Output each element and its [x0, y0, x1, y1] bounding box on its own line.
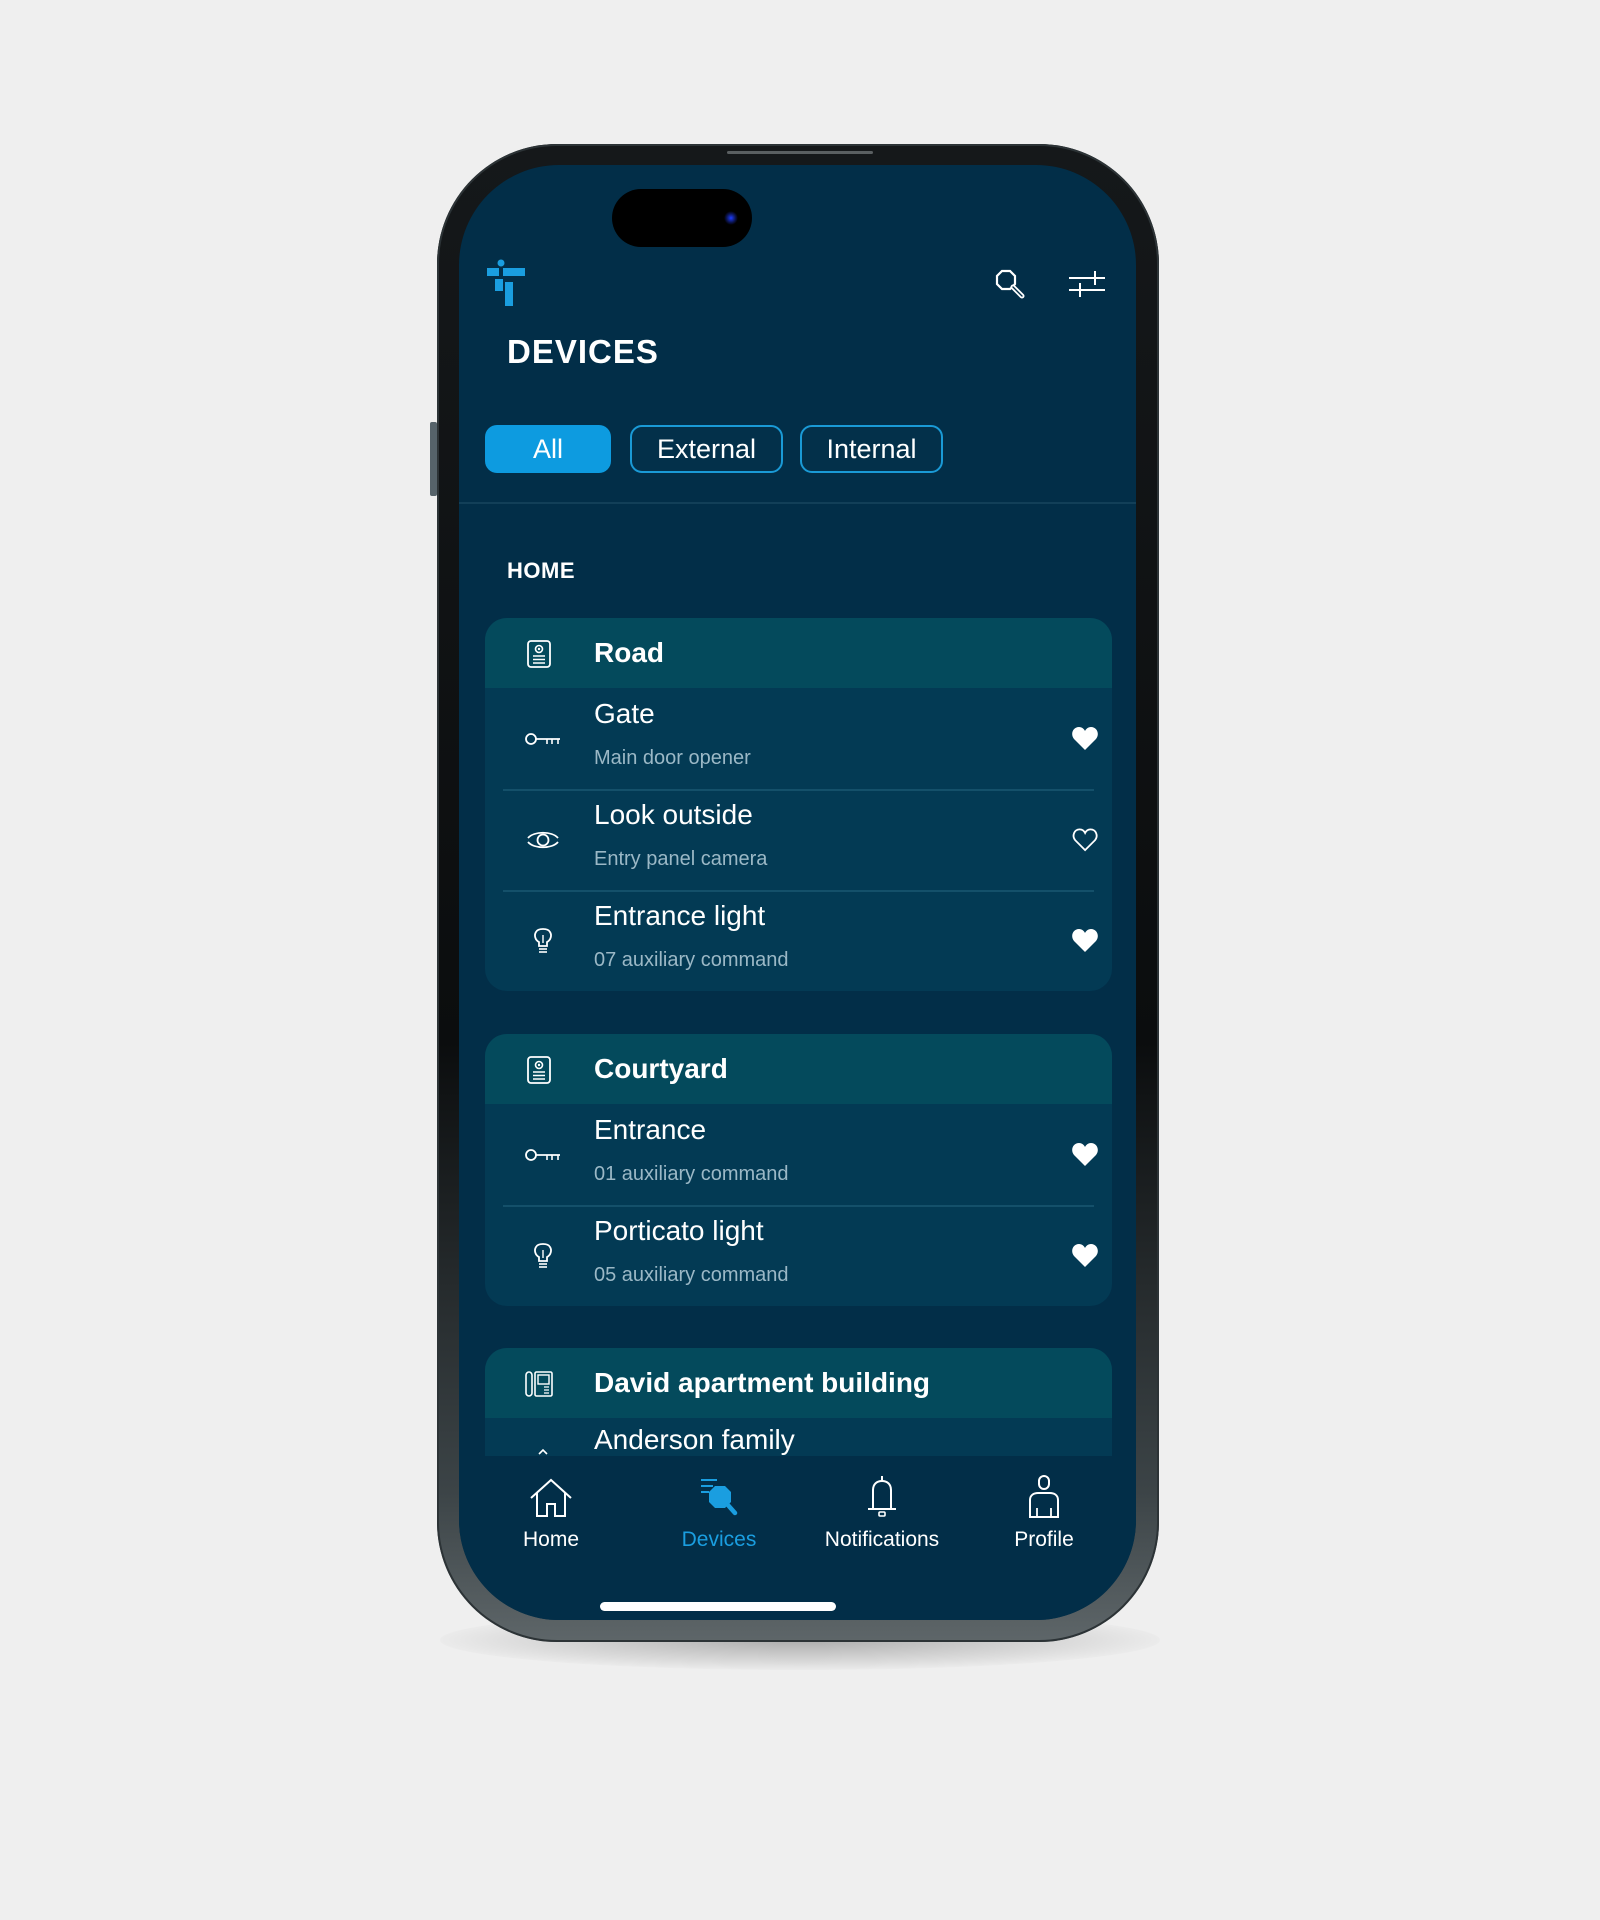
eye-icon: [527, 831, 559, 849]
page-title: DEVICES: [507, 333, 659, 370]
home-icon: [530, 1478, 572, 1517]
device-subtitle: Main door opener: [594, 747, 751, 769]
lightbulb-icon: [534, 1243, 552, 1268]
entry-panel-icon: [527, 1056, 551, 1084]
group-header[interactable]: Road: [485, 618, 1112, 688]
device-title: Look outside: [594, 799, 753, 830]
group-title: Courtyard: [594, 1053, 728, 1084]
home-indicator[interactable]: [600, 1602, 836, 1611]
group-title: David apartment building: [594, 1367, 931, 1398]
nav-label: Devices: [681, 1528, 757, 1551]
device-subtitle: 01 auxiliary command: [594, 1163, 789, 1185]
device-subtitle: 07 auxiliary command: [594, 949, 789, 971]
device-row[interactable]: Anderson family: [485, 1418, 1112, 1456]
filter-sliders-icon[interactable]: [1067, 265, 1107, 305]
chevron-icon: [538, 1448, 548, 1455]
device-row[interactable]: Porticato light 05 auxiliary command: [485, 1205, 1112, 1306]
nav-item-home[interactable]: Home: [481, 1474, 621, 1552]
device-group-courtyard: Courtyard Entrance 01 auxiliary command: [485, 1034, 1112, 1306]
filter-chip-all[interactable]: All: [485, 425, 611, 473]
filter-chip-internal[interactable]: Internal: [800, 425, 943, 473]
device-group-david-apartment-building: David apartment building Anderson family: [485, 1348, 1112, 1456]
nav-label: Notifications: [824, 1528, 940, 1551]
device-subtitle: Entry panel camera: [594, 848, 768, 870]
camera-icon: [724, 211, 738, 225]
nav-label: Home: [522, 1528, 580, 1551]
filter-chip-label: External: [656, 433, 757, 464]
devices-search-icon: [701, 1479, 738, 1516]
device-title: Entrance light: [594, 900, 766, 931]
device-group-road: Road Gate Main door opener Look outside …: [485, 618, 1112, 991]
device-title: Gate: [594, 698, 655, 729]
device-subtitle: 05 auxiliary command: [594, 1264, 789, 1286]
device-title: Porticato light: [594, 1215, 764, 1246]
nav-label: Profile: [1014, 1528, 1074, 1551]
phone-side-button: [430, 422, 437, 496]
section-label-home: HOME: [507, 558, 575, 583]
device-row[interactable]: Gate Main door opener: [485, 688, 1112, 789]
device-title: Entrance: [594, 1114, 707, 1145]
group-header[interactable]: Courtyard: [485, 1034, 1112, 1104]
brand-logo-icon: [487, 259, 525, 306]
filter-chip-external[interactable]: External: [630, 425, 783, 473]
favorite-heart-filled-icon[interactable]: [1071, 1142, 1099, 1168]
device-row[interactable]: Entrance light 07 auxiliary command: [485, 890, 1112, 991]
nav-item-notifications[interactable]: Notifications: [812, 1474, 952, 1552]
nav-item-profile[interactable]: Profile: [974, 1474, 1114, 1552]
device-row[interactable]: Entrance 01 auxiliary command: [485, 1104, 1112, 1205]
bottom-navigation: Home Devices Notifications Profile: [459, 1456, 1136, 1620]
nav-item-devices[interactable]: Devices: [649, 1474, 789, 1552]
favorite-heart-outline-icon[interactable]: [1071, 827, 1099, 853]
intercom-panel-icon: [525, 1371, 553, 1397]
group-header[interactable]: David apartment building: [485, 1348, 1112, 1418]
favorite-heart-filled-icon[interactable]: [1071, 1243, 1099, 1269]
device-row[interactable]: Look outside Entry panel camera: [485, 789, 1112, 890]
bell-icon: [868, 1476, 896, 1517]
phone-earpiece: [727, 151, 873, 154]
entry-panel-icon: [527, 640, 551, 668]
key-icon: [525, 1149, 560, 1161]
header-divider: [459, 502, 1136, 504]
filter-chip-label: Internal: [826, 433, 917, 464]
device-title: Anderson family: [594, 1424, 795, 1455]
favorite-heart-filled-icon[interactable]: [1071, 726, 1099, 752]
lightbulb-icon: [534, 928, 552, 953]
key-icon: [525, 733, 560, 745]
group-title: Road: [594, 637, 664, 668]
app-screen: DEVICES All External Internal HOME Road: [459, 165, 1136, 1620]
dynamic-island: [612, 189, 752, 247]
user-icon: [1029, 1475, 1059, 1518]
favorite-heart-filled-icon[interactable]: [1071, 928, 1099, 954]
filter-chip-label: All: [532, 433, 563, 464]
search-icon[interactable]: [991, 265, 1031, 305]
